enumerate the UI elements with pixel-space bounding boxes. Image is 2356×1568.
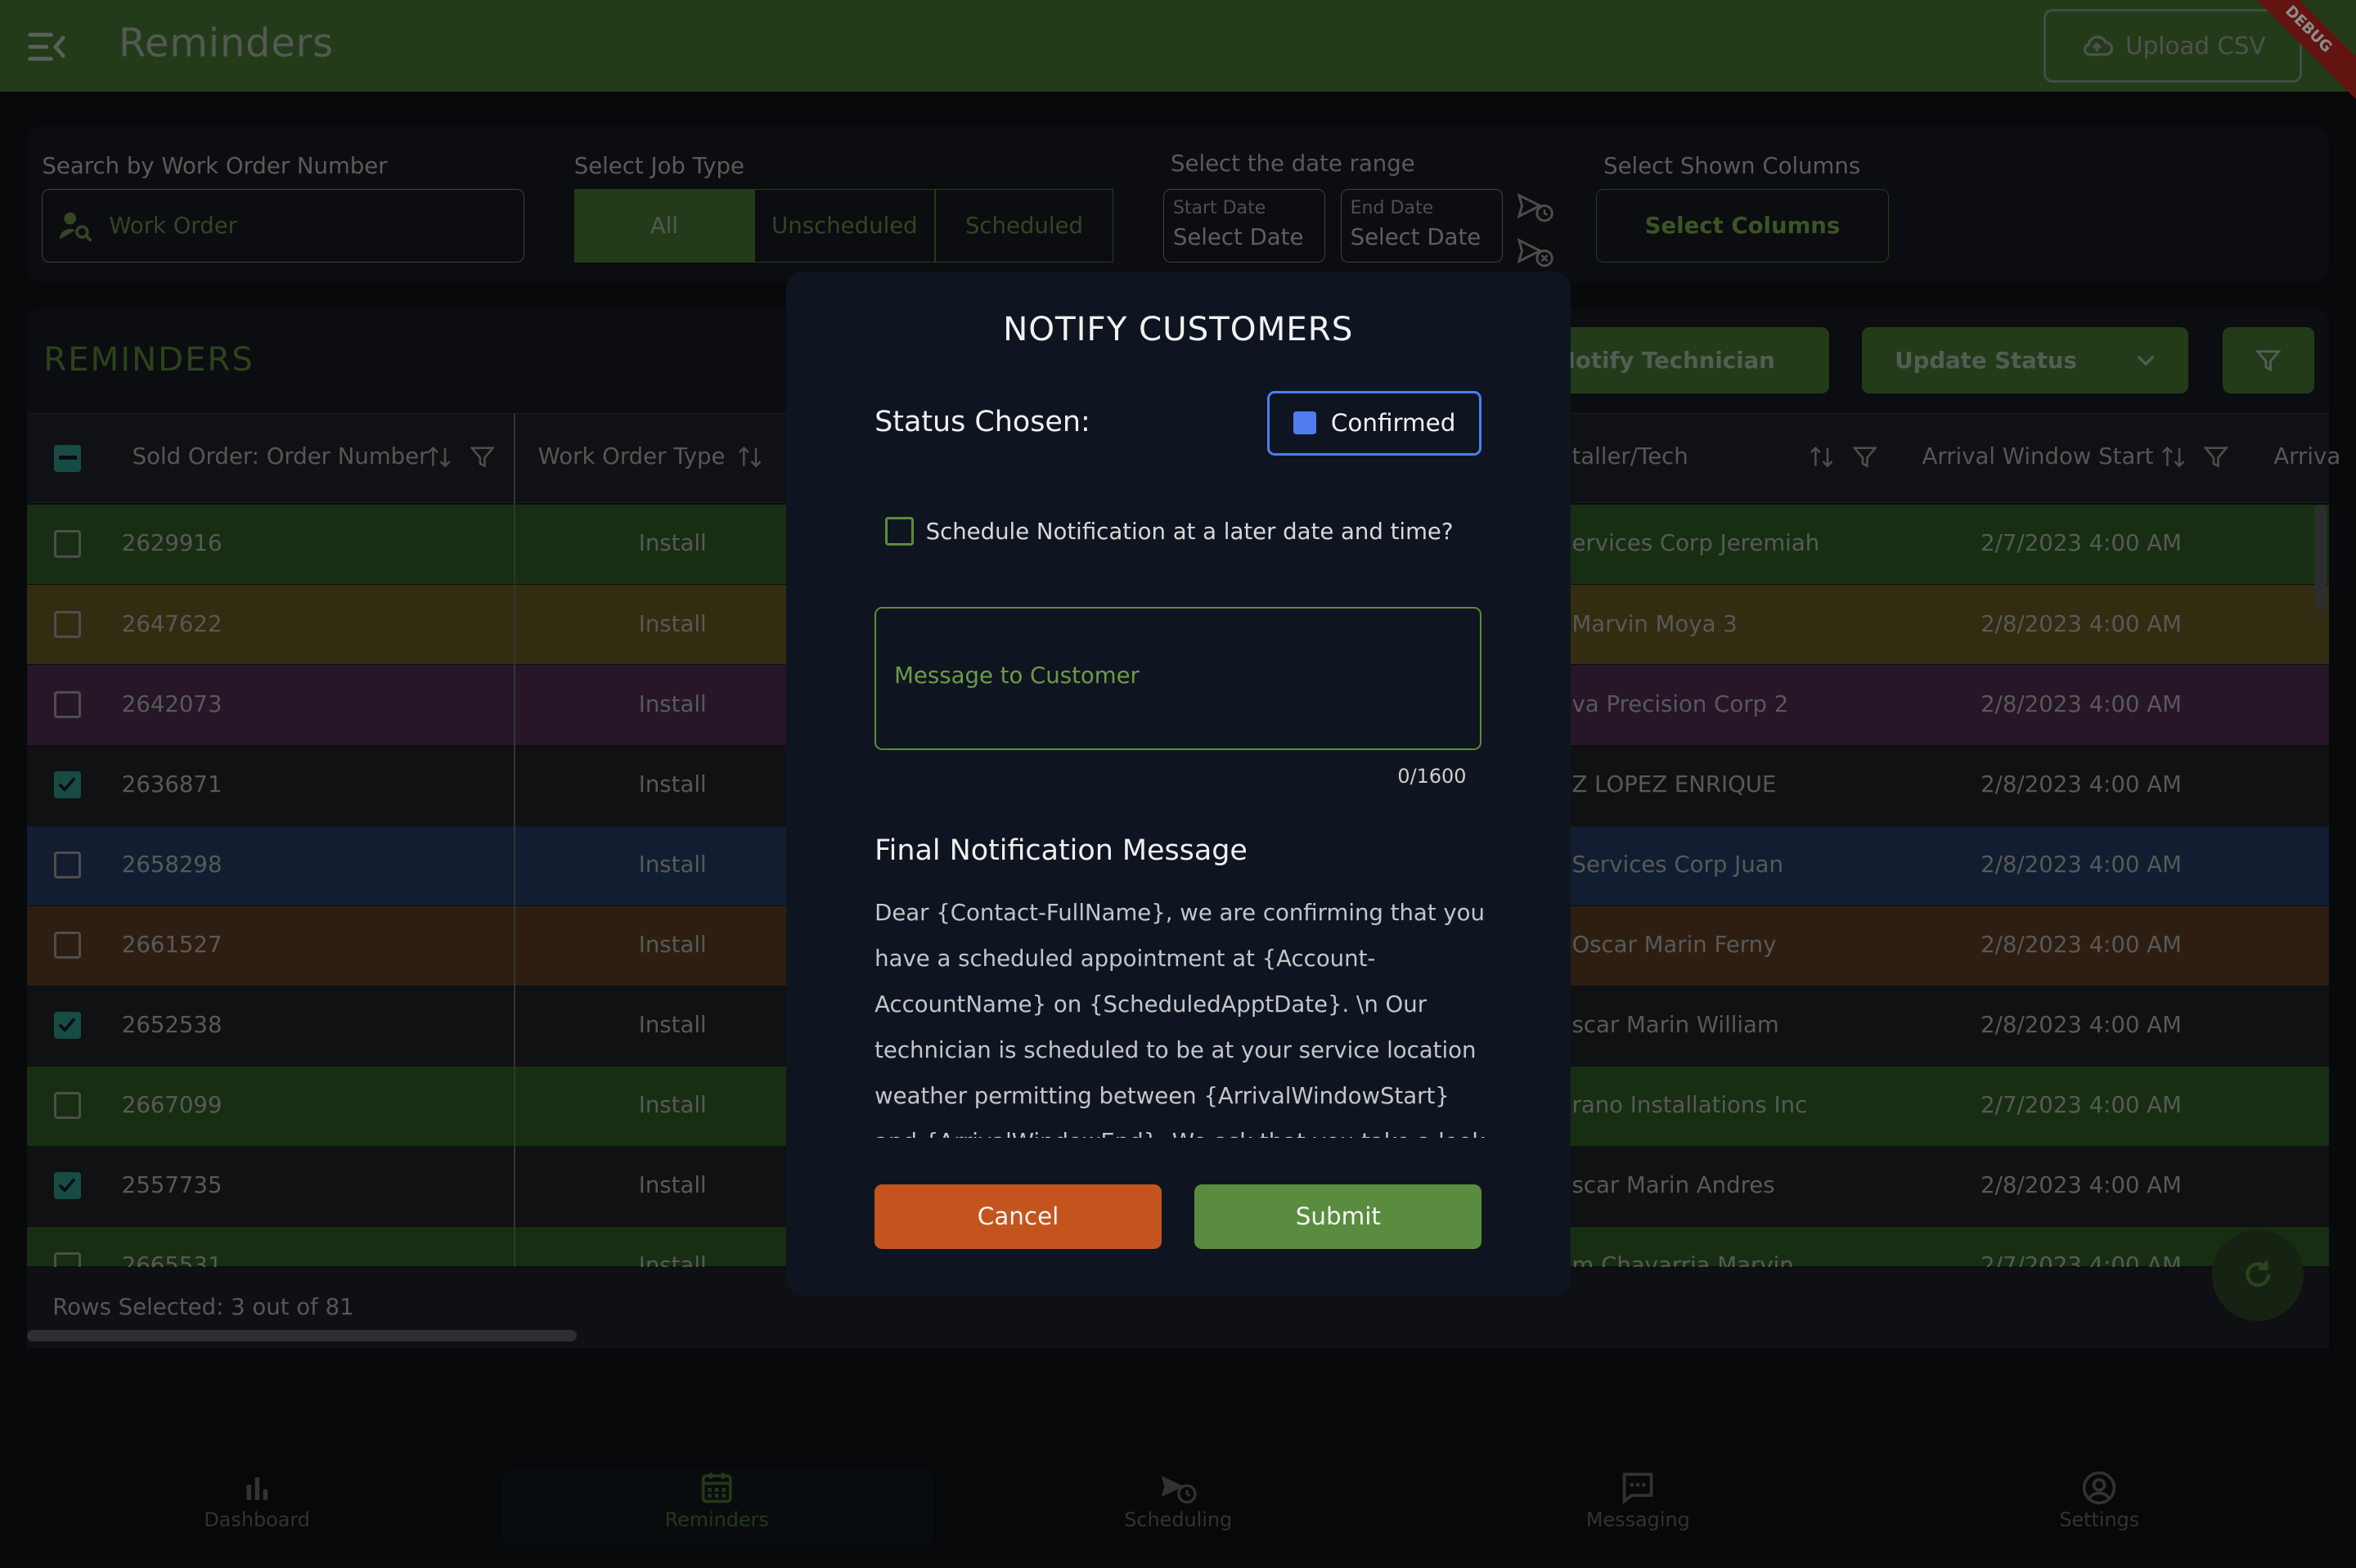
submit-button[interactable]: Submit xyxy=(1194,1184,1482,1249)
final-message-title: Final Notification Message xyxy=(875,833,1248,867)
character-counter: 0/1600 xyxy=(1397,765,1467,788)
cancel-button[interactable]: Cancel xyxy=(875,1184,1162,1249)
schedule-later-label: Schedule Notification at a later date an… xyxy=(925,518,1454,545)
message-placeholder: Message to Customer xyxy=(894,663,1140,690)
status-chip[interactable]: Confirmed xyxy=(1266,390,1482,456)
dialog-title: NOTIFY CUSTOMERS xyxy=(1003,309,1354,349)
final-message-text[interactable]: Dear {Contact-FullName}, we are confirmi… xyxy=(875,890,1490,1138)
status-chip-label: Confirmed xyxy=(1330,409,1456,438)
message-to-customer-input[interactable]: Message to Customer xyxy=(875,607,1482,750)
status-chosen-label: Status Chosen: xyxy=(875,405,1090,438)
schedule-later-checkbox[interactable] xyxy=(884,516,914,546)
status-color-swatch xyxy=(1293,411,1316,434)
